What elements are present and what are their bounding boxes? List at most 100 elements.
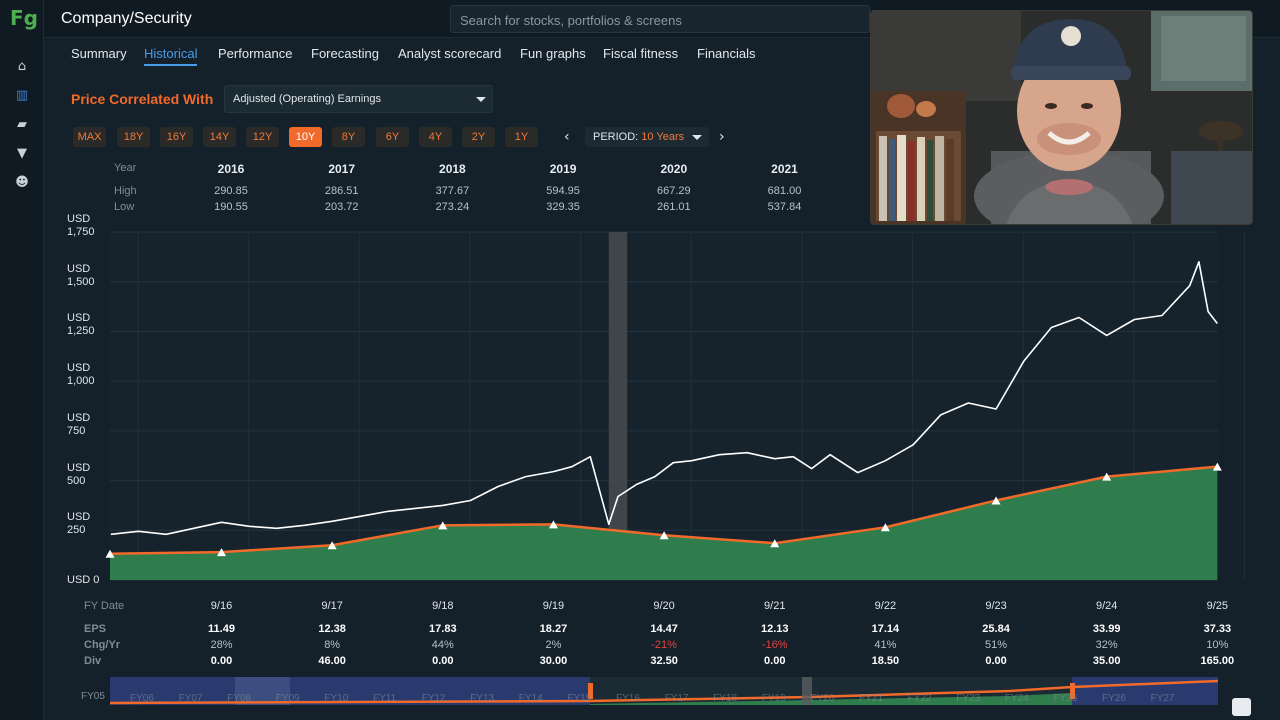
scroller-fy-label: FY12 — [422, 693, 446, 704]
home-icon[interactable]: ⌂ — [13, 58, 31, 76]
page-title: Company/Security — [61, 10, 192, 27]
scroller-graphic: FY06 FY07 FY08 FY09 FY10 FY11 FY12 FY13 FY14 FY15… — [109, 677, 1219, 705]
chevron-down-icon — [476, 97, 486, 102]
search-placeholder: Search for stocks, portfolios & screens — [460, 13, 682, 28]
correlation-select[interactable]: Adjusted (Operating) Earnings — [224, 85, 493, 113]
logo[interactable]: Fg — [10, 8, 38, 28]
fy-date-cell: 9/20 — [653, 600, 675, 612]
scroller-fy-label: FY10 — [324, 693, 348, 704]
eps-cell: 12.38 — [318, 623, 346, 635]
recession-band — [608, 232, 628, 580]
high-cell: 667.29 — [656, 185, 691, 197]
eps-cell: 25.84 — [982, 623, 1010, 635]
div-cell: 0.00 — [210, 655, 233, 667]
range-2y[interactable]: 2Y — [462, 127, 495, 147]
range-18y[interactable]: 18Y — [117, 127, 150, 147]
fy-date-cell: 9/24 — [1095, 600, 1118, 612]
chg-cell: 10% — [1206, 639, 1229, 651]
period-select[interactable]: PERIOD: 10 Years — [585, 127, 709, 147]
scroller-fy-label: FY13 — [470, 693, 494, 704]
timeline-scroller[interactable]: FY06 FY07 FY08 FY09 FY10 FY11 FY12 FY13 FY14 FY15… — [109, 677, 1219, 705]
eps-cell: 37.33 — [1203, 623, 1232, 635]
scroller-fy-label: FY16 — [616, 693, 640, 704]
y-tick-label: USD 500 — [67, 461, 91, 487]
scroller-fy-label: FY25 — [1053, 693, 1077, 704]
tab-fiscal-fitness[interactable]: Fiscal fitness — [603, 46, 678, 61]
high-cell: 290.85 — [214, 185, 248, 197]
chg-cell: -16% — [761, 639, 788, 651]
fy-date-cell: 9/17 — [321, 600, 343, 612]
range-8y[interactable]: 8Y — [332, 127, 365, 147]
tab-analyst-scorecard[interactable]: Analyst scorecard — [398, 46, 501, 61]
high-cell: 681.00 — [767, 185, 802, 197]
eps-cell: 17.83 — [429, 623, 457, 635]
low-cell: 329.35 — [546, 201, 580, 213]
chg-cell: 51% — [985, 639, 1008, 651]
div-cell: 32.50 — [650, 655, 678, 667]
scroller-fy-label: FY17 — [665, 693, 689, 704]
div-cell: 0.00 — [764, 655, 786, 667]
high-cell: 594.95 — [546, 185, 580, 197]
chevron-right-icon[interactable]: › — [719, 129, 725, 145]
chevron-down-icon — [692, 135, 702, 140]
div-cell: 0.00 — [985, 655, 1007, 667]
high-label: High — [114, 185, 137, 197]
y-tick-label: USD 1,000 — [67, 362, 95, 388]
range-4y[interactable]: 4Y — [419, 127, 452, 147]
scroller-fy-label: FY14 — [519, 693, 543, 704]
period-label: PERIOD: — [593, 131, 639, 143]
chg-cell: 28% — [210, 639, 233, 651]
range-10y[interactable]: 10Y — [289, 127, 322, 147]
price-earnings-chart[interactable] — [0, 215, 1280, 595]
eps-label: EPS — [84, 623, 107, 635]
div-cell: 0.00 — [432, 655, 454, 667]
div-cell: 165.00 — [1200, 655, 1235, 667]
chat-icon[interactable] — [1232, 698, 1251, 716]
div-label: Div — [84, 655, 102, 667]
chg-cell: 32% — [1095, 639, 1118, 651]
tab-forecasting[interactable]: Forecasting — [311, 46, 379, 61]
correlation-label: Price Correlated With — [71, 91, 214, 107]
fy-date-cell: 9/22 — [874, 600, 897, 612]
users-icon[interactable]: ☻ — [13, 174, 31, 192]
low-cell: 203.72 — [324, 201, 359, 213]
search-input[interactable]: Search for stocks, portfolios & screens — [450, 5, 870, 33]
tab-fun-graphs[interactable]: Fun graphs — [520, 46, 586, 61]
tab-financials[interactable]: Financials — [697, 46, 756, 61]
year-cell: 2021 — [771, 162, 798, 176]
year-cell: 2018 — [439, 162, 466, 176]
eps-cell: 17.14 — [871, 623, 900, 635]
year-cell: 2017 — [328, 162, 356, 176]
range-1y[interactable]: 1Y — [505, 127, 538, 147]
year-cell: 2019 — [549, 162, 577, 176]
div-cell: 35.00 — [1092, 655, 1121, 667]
range-max[interactable]: MAX — [73, 127, 106, 147]
tab-summary[interactable]: Summary — [71, 46, 127, 61]
range-16y[interactable]: 16Y — [160, 127, 193, 147]
scroller-fy-label: FY09 — [276, 693, 300, 704]
scroller-fy-label: FY24 — [1005, 693, 1029, 704]
chart-icon[interactable]: ▥ — [13, 87, 31, 105]
year-cell: 2016 — [217, 162, 245, 176]
tab-performance[interactable]: Performance — [218, 46, 292, 61]
scroller-fy-label: FY20 — [810, 693, 834, 704]
scroller-fy-label: FY23 — [956, 693, 980, 704]
scroller-fy-label: FY19 — [762, 693, 786, 704]
scroller-fy-label: FY08 — [227, 693, 251, 704]
briefcase-icon[interactable]: ▰ — [13, 116, 31, 134]
presenter-video — [871, 11, 1252, 224]
range-12y[interactable]: 12Y — [246, 127, 279, 147]
range-14y[interactable]: 14Y — [203, 127, 236, 147]
chevron-left-icon[interactable]: ‹ — [564, 129, 570, 145]
scroller-fy-label: FY15 — [567, 693, 591, 704]
y-tick-label: USD 250 — [67, 511, 91, 537]
tab-historical[interactable]: Historical — [144, 46, 198, 66]
scroller-fy-label: FY18 — [713, 693, 737, 704]
eps-cell: 14.47 — [650, 623, 678, 635]
chg-cell: 41% — [874, 639, 897, 651]
y-tick-label: USD 750 — [67, 411, 91, 437]
range-6y[interactable]: 6Y — [376, 127, 409, 147]
eps-cell: 18.27 — [539, 623, 568, 635]
filter-icon[interactable]: ▼ — [13, 145, 31, 163]
chg-cell: 2% — [545, 639, 562, 651]
